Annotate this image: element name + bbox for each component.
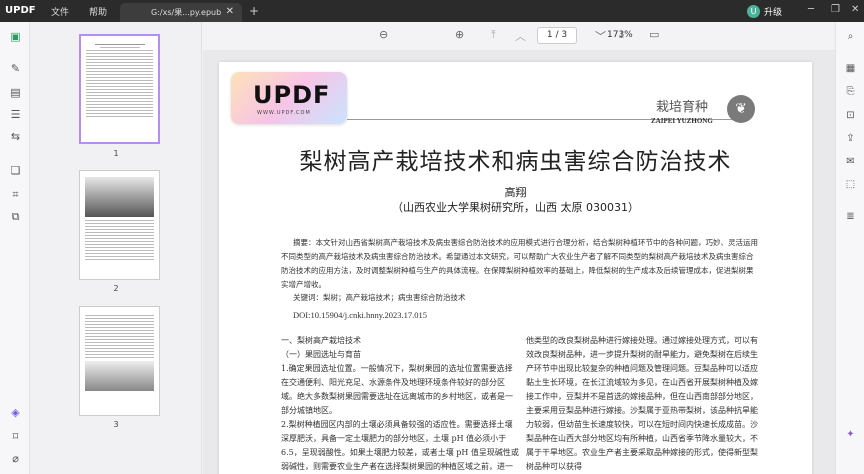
thumbnail-page-3[interactable]	[79, 306, 160, 416]
layers-icon[interactable]: ◈	[9, 406, 22, 419]
column-pinyin: ZAIPEI YUZHONG	[651, 117, 713, 125]
thumbnail-page-1[interactable]	[79, 34, 160, 144]
thumbnail-number: 3	[113, 420, 119, 429]
convert-pdf-icon[interactable]: ⎘	[844, 85, 857, 98]
subsection-heading: （一）果园选址与育苗	[281, 350, 361, 359]
text-column-right: 他类型的改良梨树品种进行嫁接处理。通过嫁接处理方式，可以有效改良梨树品种，进一步…	[526, 334, 762, 474]
first-page-icon[interactable]: ⤒	[491, 28, 496, 42]
section-heading: 一、梨树高产栽培技术	[281, 336, 361, 345]
leaf-logo-icon: ❦	[727, 95, 755, 123]
search-icon[interactable]: ⌕	[844, 30, 857, 43]
batch-icon[interactable]: ≣	[844, 210, 857, 223]
app-logo: UPDF	[5, 5, 36, 16]
edit-icon[interactable]: ▤	[9, 86, 22, 99]
upgrade-label: 升级	[764, 7, 783, 18]
upgrade-button[interactable]: U 升级	[747, 4, 782, 18]
avatar[interactable]: U	[747, 4, 760, 18]
banner-logo: UPDF	[253, 81, 331, 109]
abstract: 摘要：本文针对山西省梨树高产栽培技术及病虫害综合防治技术的应用模式进行合理分析，…	[281, 238, 758, 289]
crop-icon[interactable]: ⌗	[9, 188, 22, 201]
attachment-icon[interactable]: ⌀	[9, 452, 22, 465]
document-view: UPDF WWW.UPDF.COM 栽培育种 ZAIPEI YUZHONG ❦ …	[203, 50, 835, 474]
orchard-image	[85, 361, 154, 391]
thumbnail-panel: 1 2 3	[30, 22, 202, 474]
banner-url: WWW.UPDF.COM	[257, 110, 311, 116]
convert-icon[interactable]: ⇆	[9, 130, 22, 143]
protect-pdf-icon[interactable]: ⊡	[844, 109, 857, 122]
last-page-icon[interactable]: ⤓	[619, 28, 624, 42]
minimize-icon[interactable]: ─	[808, 4, 814, 15]
page-number-input[interactable]: 1 / 3	[537, 27, 577, 44]
save-icon[interactable]: ⬚	[844, 178, 857, 191]
article-title: 梨树高产栽培技术和病虫害综合防治技术	[299, 149, 732, 175]
title-bar: UPDF 文件 帮助 G:/xs/果...py.epub ✕ + U 升级 ─ …	[0, 0, 864, 22]
ai-assistant-icon[interactable]: ✦	[844, 428, 857, 441]
app-window: UPDF 文件 帮助 G:/xs/果...py.epub ✕ + U 升级 ─ …	[0, 0, 864, 474]
updf-banner: UPDF WWW.UPDF.COM	[231, 72, 347, 124]
left-tool-bar: ▣ ✎ ▤ ☰ ⇆ ❏ ⌗ ⧉ ◈ ⌑ ⌀	[0, 22, 30, 474]
tab-title: G:/xs/果...py.epub	[151, 8, 222, 17]
pdf-page: UPDF WWW.UPDF.COM 栽培育种 ZAIPEI YUZHONG ❦ …	[219, 62, 812, 474]
ocr-icon[interactable]: ▦	[844, 62, 857, 75]
paragraph: 他类型的改良梨树品种进行嫁接处理。通过嫁接处理方式，可以有效改良梨树品种，进一步…	[526, 336, 758, 471]
thumbnail-number: 1	[113, 149, 119, 158]
zoom-in-icon[interactable]: ⊕	[455, 28, 464, 41]
thumbnail-number: 2	[113, 284, 119, 293]
protect-icon[interactable]: ⧉	[9, 210, 22, 223]
tree-image	[85, 177, 154, 217]
form-icon[interactable]: ☰	[9, 108, 22, 121]
comment-view-icon[interactable]: ▭	[649, 28, 659, 41]
menu-help[interactable]: 帮助	[89, 5, 107, 18]
keywords: 关键词：梨树；高产栽培技术；病虫害综合防治技术	[293, 293, 466, 302]
paragraph: 2.梨树种植园区内部的土壤必须具备较强的适应性。需要选择土壤深厚肥沃，具备一定土…	[281, 420, 519, 471]
right-tool-bar: ⌕ ▦ ⎘ ⊡ ⇪ ✉ ⬚ ≣ ✦	[835, 22, 864, 474]
bookmark-icon[interactable]: ⌑	[9, 430, 22, 443]
zoom-out-icon[interactable]: ⊖	[379, 28, 388, 41]
maximize-icon[interactable]: ❐	[831, 4, 840, 15]
doi: DOI:10.15904/j.cnki.hnny.2023.17.015	[293, 310, 428, 320]
comment-icon[interactable]: ✎	[9, 62, 22, 75]
menu-file[interactable]: 文件	[51, 5, 69, 18]
close-tab-icon[interactable]: ✕	[226, 6, 234, 17]
new-tab-icon[interactable]: +	[249, 4, 259, 18]
article-author: 高翔	[504, 186, 527, 199]
thumbnail-page-2[interactable]	[79, 170, 160, 280]
column-name: 栽培育种	[656, 100, 709, 115]
next-page-icon[interactable]: ﹀	[595, 28, 606, 44]
organize-icon[interactable]: ❏	[9, 164, 22, 177]
share-icon[interactable]: ⇪	[844, 132, 857, 145]
prev-page-icon[interactable]: ︿	[515, 28, 526, 44]
reader-icon[interactable]: ▣	[9, 30, 22, 43]
author-affiliation: （山西农业大学果树研究所，山西 太原 030031）	[392, 201, 639, 214]
close-window-icon[interactable]: ✕	[851, 4, 859, 15]
document-tab[interactable]: G:/xs/果...py.epub ✕	[120, 3, 242, 22]
email-icon[interactable]: ✉	[844, 155, 857, 168]
paragraph: 1.确定果园选址位置。一般情况下，梨树果园的选址位置需要选择在交通便利、阳光充足…	[281, 364, 513, 415]
text-column-left: 一、梨树高产栽培技术 （一）果园选址与育苗 1.确定果园选址位置。一般情况下，梨…	[281, 334, 519, 474]
view-toolbar: ⊖ 173% ⊕ ⤒ ︿ 1 / 3 ﹀ ⤓ ▭	[203, 22, 835, 50]
